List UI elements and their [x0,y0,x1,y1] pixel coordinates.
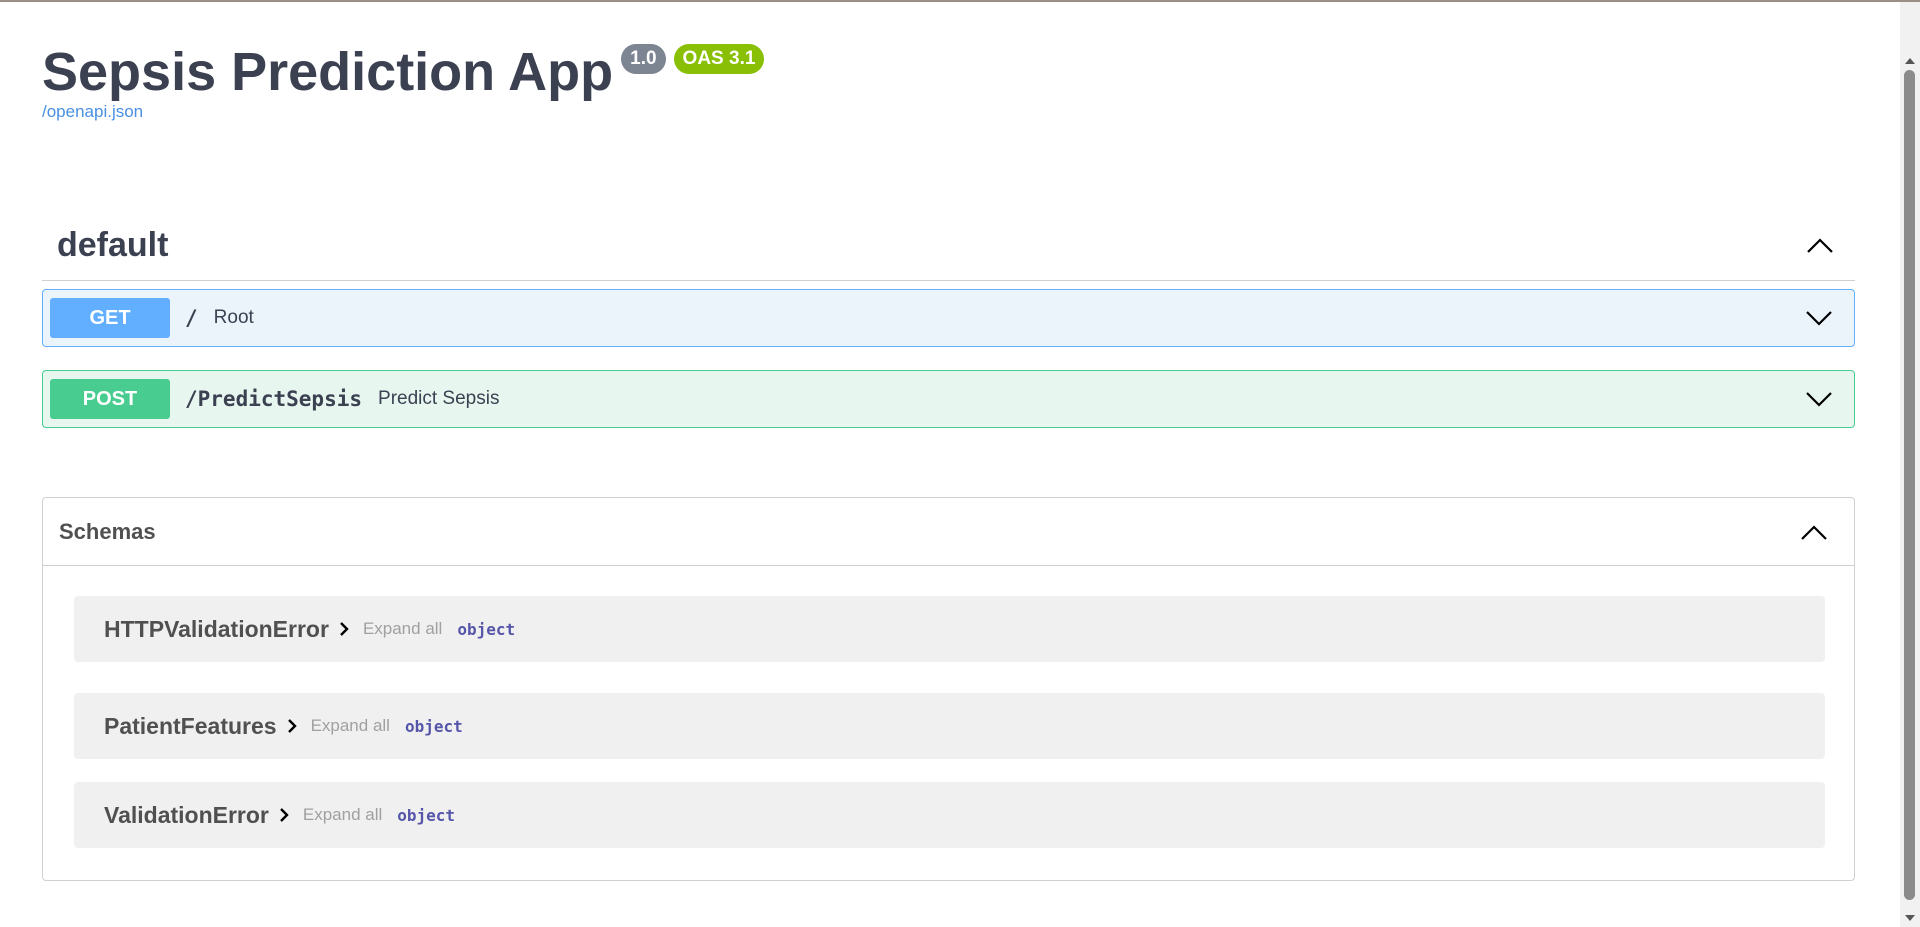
api-info: Sepsis Prediction App 1.0 OAS 3.1 /opena… [42,30,765,122]
chevron-down-icon[interactable] [1799,298,1839,338]
schema-name[interactable]: ValidationError [104,802,269,829]
schema-type: object [397,805,456,825]
chevron-up-icon[interactable] [1800,225,1840,265]
scroll-up-arrow-icon[interactable] [1900,52,1920,70]
schemas-header[interactable]: Schemas [43,498,1854,566]
chevron-right-icon[interactable] [279,807,289,823]
schema-name[interactable]: HTTPValidationError [104,616,329,643]
operation-path: /PredictSepsis [185,387,363,411]
schema-item-validationerror[interactable]: ValidationError Expand all object [74,782,1825,848]
schema-type: object [404,716,463,736]
expand-all-link[interactable]: Expand all [363,619,442,639]
chevron-right-icon[interactable] [339,621,349,637]
schema-item-httpvalidationerror[interactable]: HTTPValidationError Expand all object [74,596,1825,662]
chevron-up-icon[interactable] [1794,512,1834,552]
chevron-right-icon[interactable] [287,718,297,734]
operation-get-root[interactable]: GET / Root [42,289,1855,347]
method-badge-get: GET [50,298,170,338]
schemas-section: Schemas HTTPValidationError Expand all o… [42,497,1855,881]
oas-badge: OAS 3.1 [673,44,765,74]
expand-all-link[interactable]: Expand all [303,805,382,825]
page: Sepsis Prediction App 1.0 OAS 3.1 /opena… [0,0,1900,927]
schema-name[interactable]: PatientFeatures [104,713,277,740]
schemas-title: Schemas [59,518,156,544]
tag-name: default [57,225,169,264]
tag-default-header[interactable]: default [42,210,1855,281]
method-badge-post: POST [50,379,170,419]
operation-summary: Predict Sepsis [378,388,500,409]
scroll-down-arrow-icon[interactable] [1900,909,1920,927]
operation-post-predictsepsis[interactable]: POST /PredictSepsis Predict Sepsis [42,370,1855,428]
vertical-scrollbar[interactable] [1900,2,1920,927]
chevron-down-icon[interactable] [1799,379,1839,419]
scrollbar-thumb[interactable] [1904,70,1915,900]
operation-path: / [185,306,198,330]
operation-summary: Root [213,307,254,328]
schema-type: object [457,619,516,639]
expand-all-link[interactable]: Expand all [311,716,390,736]
schema-item-patientfeatures[interactable]: PatientFeatures Expand all object [74,693,1825,759]
version-badge: 1.0 [621,44,666,74]
